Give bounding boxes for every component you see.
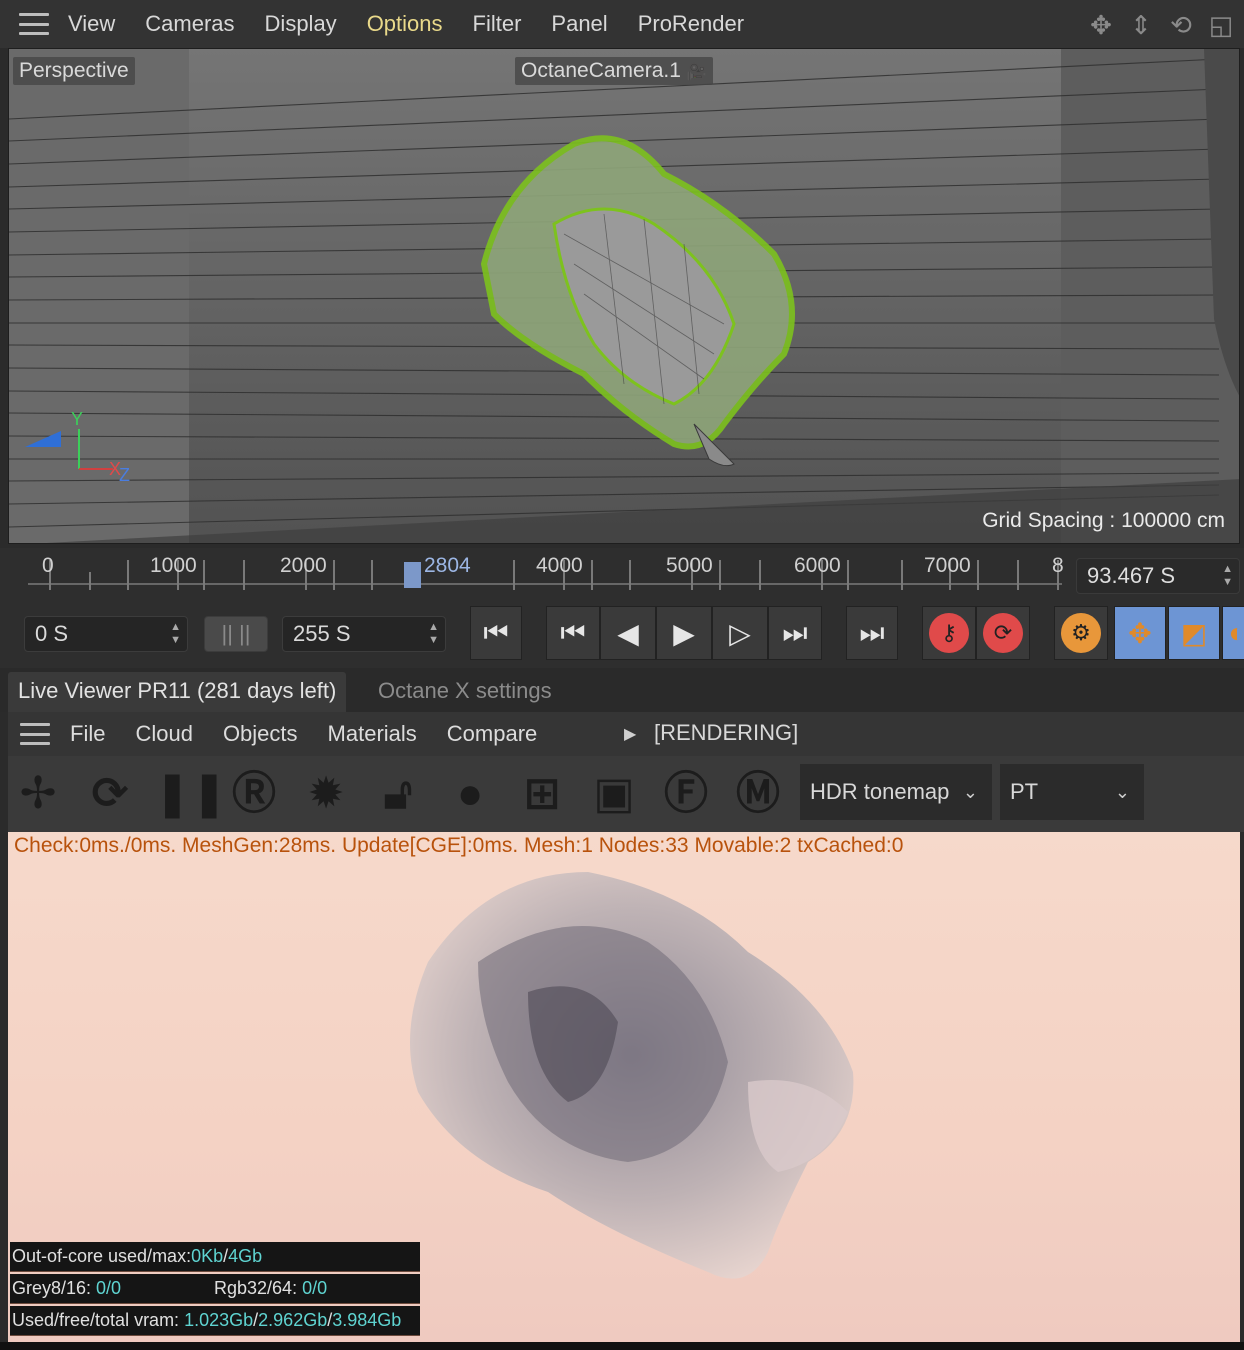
render-status: [RENDERING] [654,720,799,745]
playhead[interactable] [404,562,421,588]
tick-label: 1000 [150,554,197,577]
go-to-end-button[interactable]: ⏭ [846,606,898,660]
settings-gear-icon[interactable]: ✹ [298,766,354,822]
expand-arrow-icon[interactable]: ▶ [624,724,636,744]
3d-viewport[interactable]: Perspective OctaneCamera.1 🎥 Y X Z Grid … [8,48,1240,544]
end-stepper-icon[interactable]: ▲ ▼ [428,621,439,647]
vram-stat: Used/free/total vram: 1.023Gb/2.962Gb/3.… [10,1306,420,1336]
view-name-label[interactable]: Perspective [13,57,135,85]
timeline: 0 1000 2000 4000 5000 6000 7000 8 2804 9… [0,548,1244,604]
camera-icon: 🎥 [686,64,707,81]
rotate-view-icon[interactable]: ⟲ [1166,10,1196,40]
key-icon: ⚷ [929,613,969,653]
dolly-view-icon[interactable]: ⇕ [1126,10,1156,40]
tick-label: 7000 [924,554,971,577]
record-key-button[interactable]: ⚷ [922,606,976,660]
menu-panel[interactable]: Panel [551,11,607,37]
current-time-field[interactable]: 93.467 S ▲ ▼ [1076,558,1240,594]
end-time-field[interactable]: 255 S ▲ ▼ [282,616,446,652]
render-view[interactable]: Check:0ms./0ms. MeshGen:28ms. Update[CGE… [8,832,1240,1342]
tick-label: 5000 [666,554,713,577]
time-stepper-icon[interactable]: ▲ ▼ [1222,563,1233,589]
add-region-icon[interactable]: ⊞ [514,766,570,822]
lv-menu-objects[interactable]: Objects [223,721,298,747]
live-viewer-toolbar: ✢ ⟳ ❚❚ Ⓡ ✹ 🔓︎ ● ⊞ ▣ Ⓕ Ⓜ HDR tonemap ⌄ PT… [8,756,1244,832]
menu-display[interactable]: Display [265,11,337,37]
lv-menu-materials[interactable]: Materials [328,721,417,747]
menu-view[interactable]: View [68,11,115,37]
axis-z-label: Z [119,465,130,485]
chevron-down-icon: ⌄ [1114,782,1130,802]
current-frame-label: 2804 [424,554,471,577]
tab-octane-settings[interactable]: Octane X settings [368,672,562,712]
lock-icon[interactable]: 🔓︎ [370,766,426,822]
material-picker-icon[interactable]: Ⓜ [730,766,786,822]
panel-tabs: Live Viewer PR11 (281 days left) Octane … [0,668,1244,712]
start-stepper-icon[interactable]: ▲ ▼ [170,621,181,647]
render-progress-strip [0,1342,1244,1350]
render-stats-line: Check:0ms./0ms. MeshGen:28ms. Update[CGE… [14,834,904,857]
viewport-scene [9,49,1239,543]
keyframe-settings-button[interactable]: ⚙ [1054,606,1108,660]
go-to-start-button[interactable]: ⏮ [470,606,522,660]
kernel-dropdown[interactable]: PT ⌄ [1000,764,1144,820]
chevron-down-icon: ⌄ [962,782,978,802]
focus-picker-icon[interactable]: Ⓕ [658,766,714,822]
film-region-icon[interactable]: ▣ [586,766,642,822]
texture-stat: Grey8/16: 0/0 Rgb32/64: 0/0 [10,1274,420,1304]
region-render-icon[interactable]: Ⓡ [226,766,282,822]
live-viewer-hamburger-icon[interactable] [20,723,50,745]
rotate-key-button[interactable]: ◐ [1222,606,1244,660]
next-frame-button[interactable]: ▷ [712,606,768,660]
viewport-menubar: View Cameras Display Options Filter Pane… [0,0,1244,48]
tick-label: 8 [1052,554,1064,577]
transport-bar: 0 S ▲ ▼ || || 255 S ▲ ▼ ⏮ ⏮ ◀ ▶ ▷ ⏭ ⏭ ⚷ ⟳ … [0,604,1244,668]
move-key-button[interactable]: ✥ [1114,606,1166,660]
lv-menu-cloud[interactable]: Cloud [135,721,192,747]
maximize-view-icon[interactable]: ◱ [1206,10,1236,40]
range-slider-handle[interactable]: || || [204,616,268,652]
pause-render-icon[interactable]: ❚❚ [154,766,228,822]
move-view-icon[interactable]: ✥ [1086,10,1116,40]
autokey-icon: ⟳ [983,613,1023,653]
menu-filter[interactable]: Filter [473,11,522,37]
start-time-field[interactable]: 0 S ▲ ▼ [24,616,188,652]
live-viewer-menubar: File Cloud Objects Materials Compare ▶ [… [8,712,1244,756]
camera-name-label[interactable]: OctaneCamera.1 🎥 [515,57,713,85]
material-sphere-icon[interactable]: ● [442,766,498,822]
hamburger-menu-icon[interactable] [19,13,49,35]
tonemap-dropdown[interactable]: HDR tonemap ⌄ [800,764,992,820]
timeline-ruler[interactable]: 0 1000 2000 4000 5000 6000 7000 8 2804 [28,554,1064,596]
previous-frame-button[interactable]: ◀ [600,606,656,660]
tick-label: 2000 [280,554,327,577]
autokey-button[interactable]: ⟳ [976,606,1030,660]
menu-options[interactable]: Options [367,11,443,37]
tick-label: 4000 [536,554,583,577]
axis-y-label: Y [71,409,84,429]
tab-live-viewer[interactable]: Live Viewer PR11 (281 days left) [8,672,347,712]
menu-prorender[interactable]: ProRender [638,11,744,37]
send-scene-icon[interactable]: ✢ [10,766,66,822]
gear-icon: ⚙ [1061,613,1101,653]
scale-key-button[interactable]: ◩ [1168,606,1220,660]
previous-key-button[interactable]: ⏮ [546,606,600,660]
lv-menu-file[interactable]: File [70,721,105,747]
tick-label: 0 [42,554,54,577]
restart-render-icon[interactable]: ⟳ [82,766,138,822]
out-of-core-stat: Out-of-core used/max:0Kb/4Gb [10,1242,420,1272]
play-button[interactable]: ▶ [656,606,712,660]
menu-cameras[interactable]: Cameras [145,11,234,37]
tick-label: 6000 [794,554,841,577]
grid-spacing-label: Grid Spacing : 100000 cm [982,509,1225,532]
lv-menu-compare[interactable]: Compare [447,721,537,747]
next-key-button[interactable]: ⏭ [768,606,822,660]
